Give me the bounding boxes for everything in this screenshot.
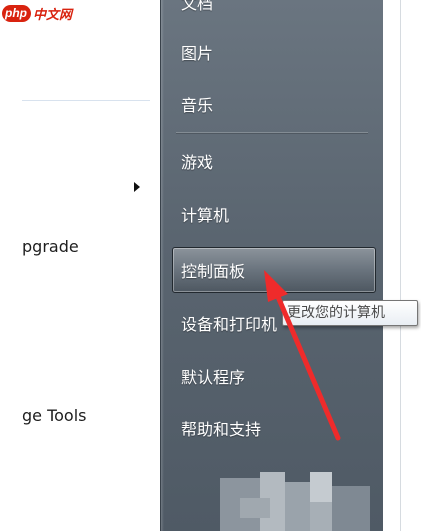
red-arrow-icon: [264, 270, 341, 441]
